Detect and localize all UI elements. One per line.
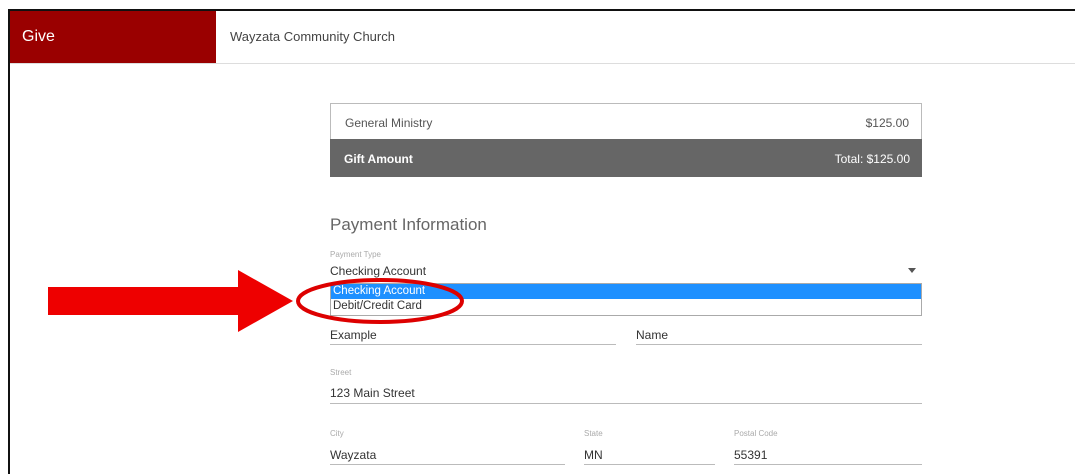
state-underline	[584, 464, 715, 465]
gift-summary: General Ministry $125.00 Gift Amount Tot…	[330, 103, 922, 177]
give-tab[interactable]: Give	[10, 11, 216, 63]
payment-type-label: Payment Type	[330, 250, 381, 259]
state-field[interactable]: MN	[584, 448, 603, 462]
page-frame	[8, 9, 1075, 474]
first-name-field[interactable]: Example	[330, 328, 377, 342]
last-name-underline	[636, 344, 922, 345]
city-underline	[330, 464, 565, 465]
fund-row: General Ministry $125.00	[331, 104, 921, 140]
red-circle-annotation	[296, 278, 464, 324]
chevron-down-icon[interactable]	[908, 268, 916, 273]
gift-total-row: Gift Amount Total: $125.00	[330, 139, 922, 177]
red-circle-shape	[296, 278, 464, 324]
last-name-field[interactable]: Name	[636, 328, 668, 342]
postal-code-field[interactable]: 55391	[734, 448, 767, 462]
street-field[interactable]: 123 Main Street	[330, 386, 415, 400]
gift-amount-label: Gift Amount	[344, 152, 413, 166]
city-field[interactable]: Wayzata	[330, 448, 376, 462]
city-label: City	[330, 429, 344, 438]
fund-label: General Ministry	[345, 116, 433, 130]
red-arrow-annotation	[48, 270, 293, 332]
top-bar: Give Wayzata Community Church	[10, 11, 1075, 64]
street-label: Street	[330, 368, 352, 377]
street-underline	[330, 403, 922, 404]
postal-code-label: Postal Code	[734, 429, 778, 438]
gift-total: Total: $125.00	[834, 152, 910, 166]
state-label: State	[584, 429, 603, 438]
fund-amount: $125.00	[865, 116, 909, 130]
first-name-underline	[330, 344, 616, 345]
postal-code-underline	[734, 464, 922, 465]
payment-section-title: Payment Information	[330, 215, 487, 234]
church-name: Wayzata Community Church	[230, 29, 395, 44]
red-arrow-shape	[48, 270, 293, 332]
